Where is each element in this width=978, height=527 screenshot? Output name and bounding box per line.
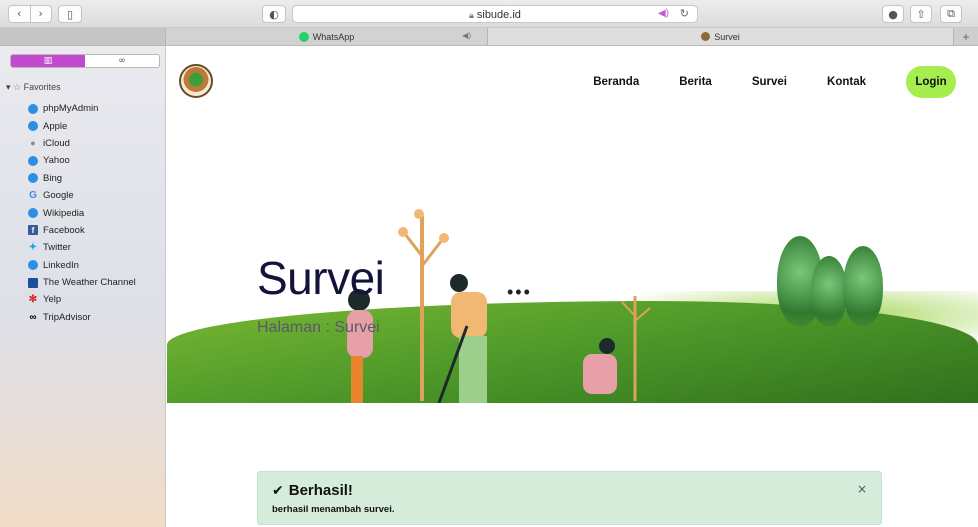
nav-kontak[interactable]: Kontak	[827, 76, 866, 88]
privacy-shield-button[interactable]: ◐	[262, 5, 286, 23]
globe-icon	[28, 121, 38, 132]
bookmark-item[interactable]: Apple	[28, 117, 136, 134]
page-title: Survei	[257, 252, 385, 304]
address-bar[interactable]: 🔒︎ sibude.id ◀︎) ↻	[292, 5, 698, 23]
site-favicon-icon	[701, 32, 711, 41]
url-text: sibude.id	[476, 9, 521, 21]
bookmark-item[interactable]: Wikipedia	[28, 204, 136, 221]
lock-icon: 🔒︎	[469, 10, 474, 20]
globe-icon	[28, 103, 38, 114]
downloads-button[interactable]: ●	[882, 5, 904, 23]
favorites-header[interactable]: ▾ ☆ Favorites	[6, 82, 61, 93]
nav-beranda[interactable]: Beranda	[593, 76, 639, 88]
alert-heading: ✔ Berhasil!	[272, 482, 867, 499]
disclosure-triangle-icon[interactable]: ▾	[6, 82, 11, 92]
download-icon: ●	[888, 7, 898, 21]
whatsapp-icon	[298, 31, 309, 42]
nav-survei[interactable]: Survei	[752, 76, 787, 88]
favorites-label: Favorites	[23, 82, 61, 92]
bookmark-item[interactable]: G Google	[28, 187, 136, 204]
site-logo[interactable]	[179, 64, 213, 98]
bookmark-item[interactable]: ✦ Twitter	[28, 239, 136, 256]
tabs-overview-button[interactable]: ⧉	[940, 5, 962, 23]
globe-icon	[28, 155, 38, 166]
check-icon: ✔	[272, 482, 284, 499]
sidebar-toggle-button[interactable]: ▯	[58, 5, 82, 23]
apple-icon: ●	[30, 138, 36, 149]
bookmark-item[interactable]: f Facebook	[28, 222, 136, 239]
tab-whatsapp[interactable]: WhatsApp ◀︎)	[166, 28, 488, 45]
tripadvisor-icon: ∞	[29, 311, 37, 323]
back-icon[interactable]: ‹	[9, 6, 30, 22]
dots-decoration: •••	[507, 282, 532, 302]
plus-icon: +	[962, 29, 970, 44]
share-icon: ⇧	[916, 7, 926, 21]
sidebar-icon: ▯	[66, 7, 74, 21]
yelp-icon: ✻	[28, 294, 38, 306]
bookmark-item[interactable]: ● iCloud	[28, 135, 136, 152]
alert-message: berhasil menambah survei.	[272, 504, 395, 515]
nav-berita[interactable]: Berita	[679, 76, 712, 88]
star-icon: ☆	[13, 82, 22, 92]
facebook-icon: f	[28, 225, 38, 236]
success-alert: ✔ Berhasil! berhasil menambah survei. ×	[257, 471, 882, 525]
audio-icon[interactable]: ◀︎)	[658, 8, 669, 19]
tab-bar-spacer	[0, 28, 166, 45]
login-button[interactable]: Login	[906, 66, 956, 98]
new-tab-button[interactable]: +	[954, 28, 978, 45]
bookmark-item[interactable]: ∞ TripAdvisor	[28, 309, 136, 326]
tab-audio-icon[interactable]: ◀︎)	[462, 31, 471, 40]
browser-toolbar: ‹ › ▯ ◐ 🔒︎ sibude.id ◀︎) ↻ ● ⇧ ⧉	[0, 0, 978, 28]
bookmark-item[interactable]: LinkedIn	[28, 257, 136, 274]
site-navbar: Beranda Berita Survei Kontak Login	[593, 66, 956, 98]
tab-label: WhatsApp	[312, 31, 355, 42]
reload-icon[interactable]: ↻	[680, 7, 689, 20]
reading-list-tab-icon[interactable]: ∞	[85, 55, 159, 67]
alert-title-text: Berhasil!	[288, 482, 353, 499]
bookmark-item[interactable]: Bing	[28, 170, 136, 187]
bookmarks-tab-icon[interactable]: ▥	[11, 55, 85, 67]
google-icon: G	[29, 190, 37, 202]
tab-label: Survei	[714, 31, 740, 42]
favorites-list: phpMyAdmin Apple ● iCloud Yahoo Bing G Goo…	[28, 100, 136, 326]
page-breadcrumb: Halaman : Survei	[257, 319, 380, 336]
sidebar-mode-switch: ▥ ∞	[10, 54, 160, 68]
globe-icon	[28, 173, 38, 184]
web-page: Beranda Berita Survei Kontak Login Surve…	[167, 46, 978, 527]
bookmark-item[interactable]: ✻ Yelp	[28, 291, 136, 308]
shield-icon: ◐	[269, 7, 279, 21]
back-forward-buttons[interactable]: ‹ ›	[8, 5, 52, 23]
globe-icon	[28, 208, 38, 219]
bookmark-item[interactable]: The Weather Channel	[28, 274, 136, 291]
globe-icon	[28, 260, 38, 271]
twitter-icon: ✦	[28, 242, 38, 254]
tabs-icon: ⧉	[947, 7, 955, 20]
bookmark-item[interactable]: Yahoo	[28, 152, 136, 169]
share-button[interactable]: ⇧	[910, 5, 932, 23]
weather-channel-icon	[28, 277, 38, 288]
close-icon[interactable]: ×	[857, 482, 867, 496]
bookmark-item[interactable]: phpMyAdmin	[28, 100, 136, 117]
tab-survei[interactable]: Survei	[488, 28, 954, 45]
bookmarks-sidebar: ▥ ∞ ▾ ☆ Favorites phpMyAdmin Apple ● iClo…	[0, 46, 166, 527]
forward-icon[interactable]: ›	[29, 6, 52, 22]
tab-bar: WhatsApp ◀︎) Survei +	[0, 28, 978, 46]
